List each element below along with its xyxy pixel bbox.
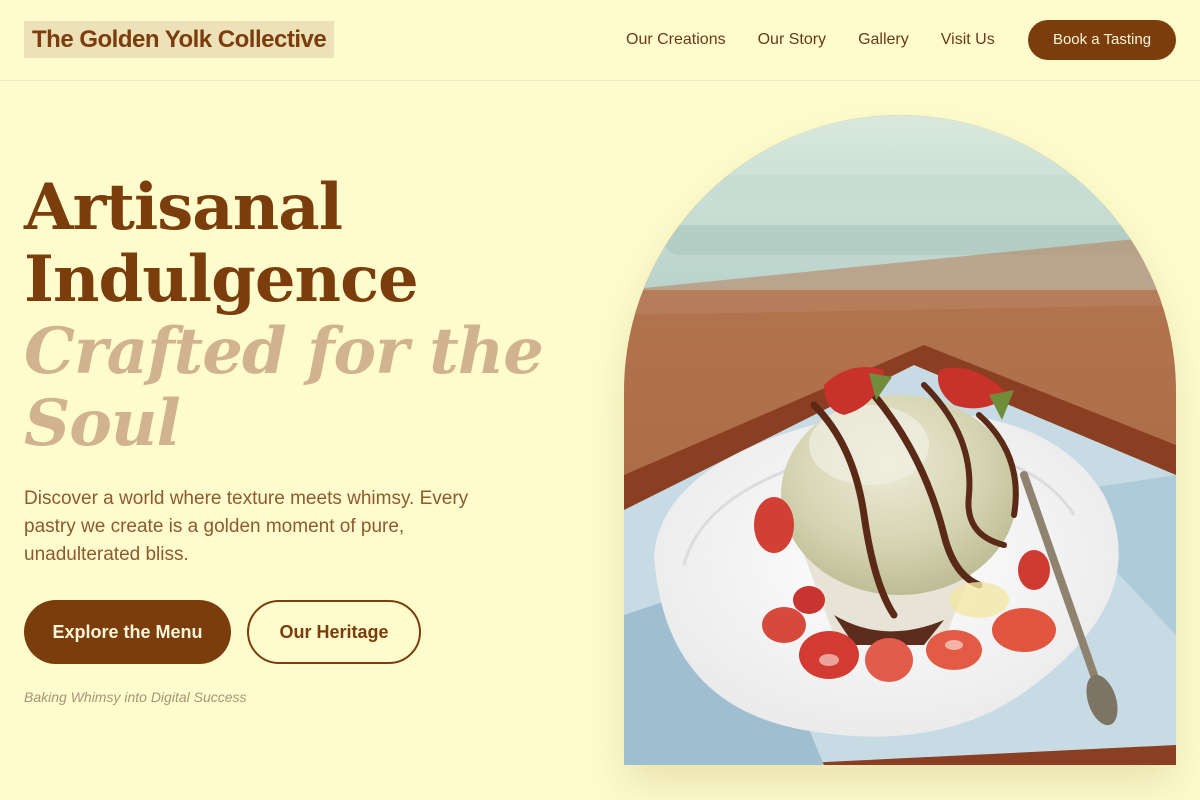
headline-accent-line-2: Soul [24, 386, 181, 461]
nav-link-gallery[interactable]: Gallery [858, 30, 909, 50]
hero-headline: Artisanal Indulgence Crafted for the Sou… [24, 172, 564, 460]
hero-description: Discover a world where texture meets whi… [24, 488, 469, 565]
nav-link-our-creations[interactable]: Our Creations [626, 30, 726, 50]
book-tasting-button[interactable]: Book a Tasting [1028, 20, 1176, 60]
dessert-illustration [624, 115, 1176, 765]
site-header: The Golden Yolk Collective Our Creations… [0, 0, 1200, 81]
our-heritage-button[interactable]: Our Heritage [247, 600, 421, 664]
main-nav: Our Creations Our Story Gallery Visit Us [626, 30, 1027, 50]
nav-link-our-story[interactable]: Our Story [758, 30, 826, 50]
headline-line-1: Artisanal [24, 170, 343, 245]
headline-line-2: Indulgence [24, 242, 419, 317]
brand-logo[interactable]: The Golden Yolk Collective [24, 21, 335, 58]
hero-dessert-image [624, 115, 1176, 765]
page: The Golden Yolk Collective Our Creations… [0, 0, 1200, 800]
nav-link-visit-us[interactable]: Visit Us [941, 30, 995, 50]
hero-tagline: Baking Whimsy into Digital Success [24, 689, 247, 705]
explore-menu-button[interactable]: Explore the Menu [24, 600, 231, 664]
headline-accent-line-1: Crafted for the [24, 314, 544, 389]
